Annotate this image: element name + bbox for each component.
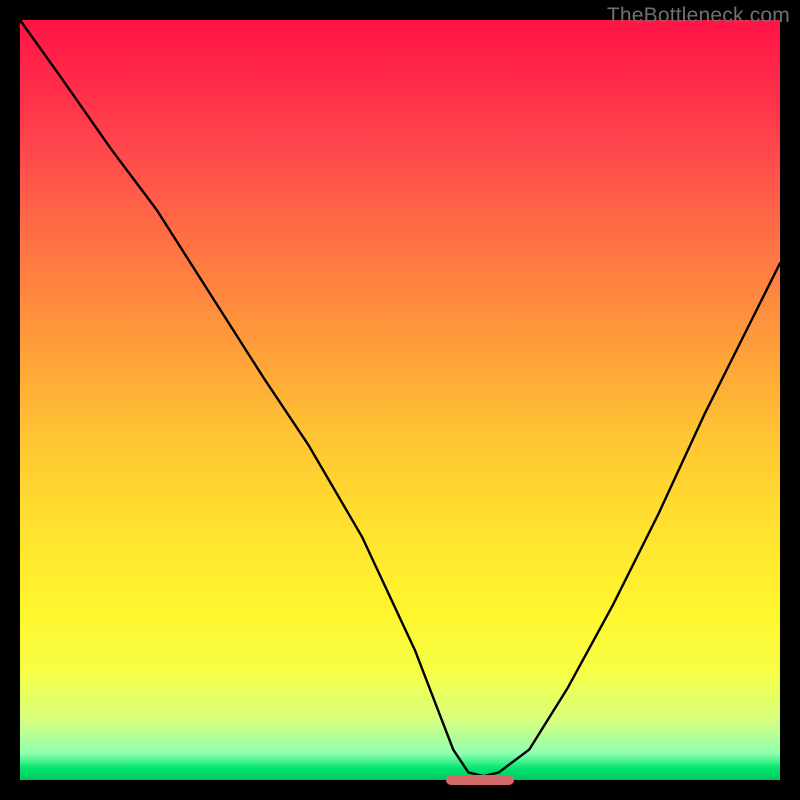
- chart-frame: TheBottleneck.com: [0, 0, 800, 800]
- bottleneck-curve: [20, 20, 780, 780]
- curve-path: [20, 20, 780, 776]
- plot-area: [20, 20, 780, 780]
- watermark-text: TheBottleneck.com: [607, 4, 790, 28]
- optimum-marker: [446, 775, 514, 785]
